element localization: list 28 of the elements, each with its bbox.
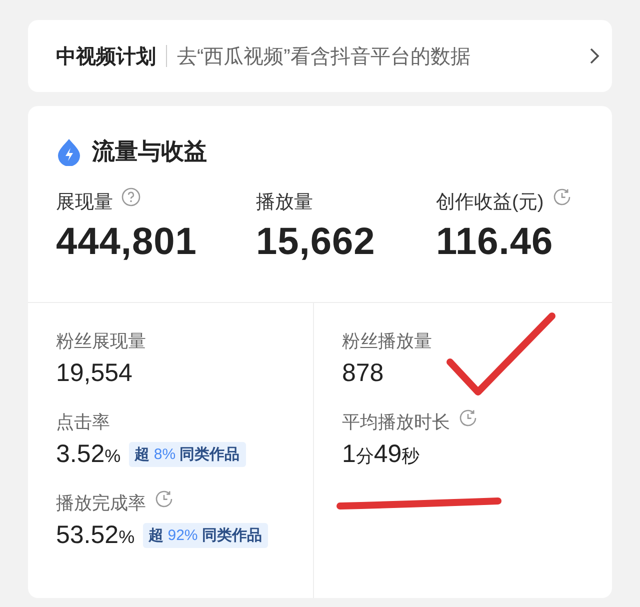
metric-label: 点击率 — [56, 411, 110, 434]
lightning-drop-icon — [56, 138, 82, 166]
metric-value: 1分49秒 — [342, 440, 420, 469]
metric-value: 15,662 — [256, 221, 376, 264]
comparison-badge: 超 92% 同类作品 — [142, 523, 268, 548]
metric-value: 3.52% — [56, 440, 121, 469]
chevron-right-icon[interactable] — [588, 46, 600, 66]
metric-label: 粉丝播放量 — [342, 330, 432, 353]
banner-card[interactable]: 中视频计划 去“西瓜视频”看含抖音平台的数据 — [28, 20, 612, 92]
data-link[interactable]: 去“西瓜视频”看含抖音平台的数据 — [177, 42, 578, 70]
history-icon[interactable] — [154, 489, 174, 509]
help-icon[interactable] — [121, 187, 141, 207]
history-icon[interactable] — [458, 408, 478, 428]
comparison-badge: 超 8% 同类作品 — [128, 442, 246, 467]
metric-value: 116.46 — [436, 221, 554, 264]
metric-label: 播放完成率 — [56, 492, 146, 515]
metric-value: 19,554 — [56, 359, 132, 388]
metric-value: 53.52% — [56, 521, 135, 550]
history-icon[interactable] — [552, 187, 572, 207]
metric-label: 播放量 — [256, 191, 313, 215]
metric-value: 444,801 — [56, 221, 198, 264]
plan-title: 中视频计划 — [56, 44, 156, 70]
metric-label: 创作收益(元) — [436, 191, 544, 215]
metric-label: 粉丝展现量 — [56, 330, 146, 353]
metric-label: 平均播放时长 — [342, 411, 450, 434]
metric-value: 878 — [342, 359, 384, 388]
section-title: 流量与收益 — [92, 137, 207, 166]
metric-label: 展现量 — [56, 191, 113, 215]
